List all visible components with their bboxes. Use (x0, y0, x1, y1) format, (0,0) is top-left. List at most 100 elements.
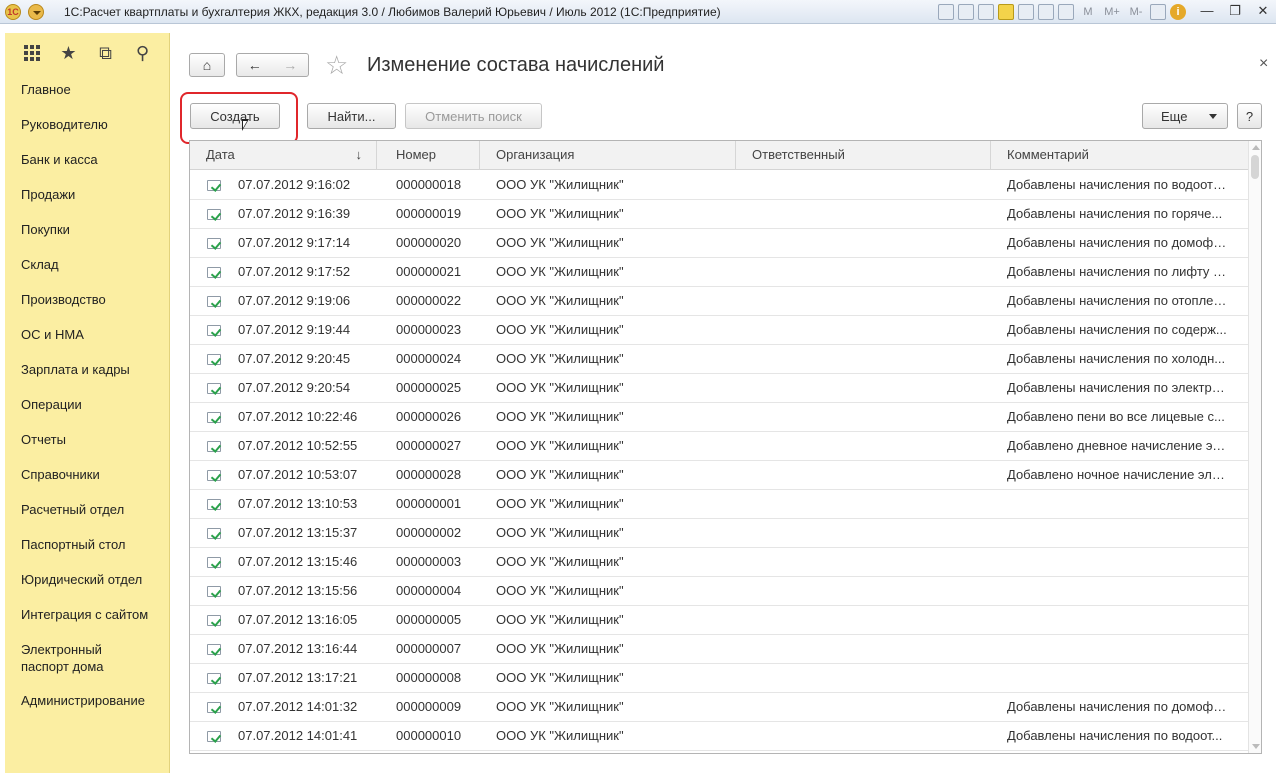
cancel-search-button[interactable]: Отменить поиск (405, 103, 542, 129)
table-row[interactable]: 07.07.2012 9:17:14 000000020 ООО УК "Жилищ… (190, 229, 1248, 258)
sidebar-item[interactable]: Расчетный отдел (5, 493, 169, 528)
close-form-icon[interactable]: × (1259, 55, 1268, 73)
table-row[interactable]: 07.07.2012 13:17:21 000000008 ООО УК "Жили… (190, 664, 1248, 693)
posted-document-icon (207, 441, 221, 452)
cell-organization: ООО УК "Жилищник" (496, 496, 624, 511)
all-functions-icon[interactable] (13, 38, 50, 68)
cell-number: 000000004 (396, 583, 462, 598)
search-icon[interactable]: ⚲ (124, 38, 161, 68)
sidebar-item[interactable]: Администрирование (5, 684, 169, 719)
cell-number: 000000018 (396, 177, 462, 192)
sidebar-item[interactable]: Руководителю (5, 108, 169, 143)
cell-number: 000000024 (396, 351, 462, 366)
preview-icon[interactable] (978, 4, 994, 20)
sidebar-item[interactable]: Операции (5, 388, 169, 423)
home-button[interactable]: ⌂ (189, 53, 225, 77)
table-row[interactable]: 07.07.2012 9:19:44 000000023 ООО УК "Жилищ… (190, 316, 1248, 345)
minimize-button[interactable]: — (1198, 3, 1216, 19)
cell-date: 07.07.2012 13:15:37 (238, 525, 358, 540)
scroll-down-icon[interactable] (1252, 744, 1260, 749)
posted-document-icon (207, 615, 221, 626)
sidebar-item[interactable]: Банк и касса (5, 143, 169, 178)
cell-date: 07.07.2012 9:17:14 (238, 235, 351, 250)
sidebar-item[interactable]: ОС и НМА (5, 318, 169, 353)
table-body: 07.07.2012 9:16:02 000000018 ООО УК "Жилищ… (190, 171, 1248, 751)
column-header-number[interactable]: Номер (380, 141, 480, 170)
cell-number: 000000019 (396, 206, 462, 221)
table-row[interactable]: 07.07.2012 10:22:46 000000026 ООО УК "Жили… (190, 403, 1248, 432)
sidebar-item[interactable]: Паспортный стол (5, 528, 169, 563)
sidebar-item[interactable]: Справочники (5, 458, 169, 493)
table-row[interactable]: 07.07.2012 13:10:53 000000001 ООО УК "Жили… (190, 490, 1248, 519)
cell-number: 000000008 (396, 670, 462, 685)
history-icon[interactable]: ⧉ (87, 38, 124, 68)
posted-document-icon (207, 325, 221, 336)
table-row[interactable]: 07.07.2012 14:01:32 000000009 ООО УК "Жили… (190, 693, 1248, 722)
help-button[interactable]: ? (1237, 103, 1262, 129)
app-logo-icon: 1С (5, 4, 21, 20)
cell-date: 07.07.2012 14:01:41 (238, 728, 358, 743)
sidebar-item[interactable]: Главное (5, 73, 169, 108)
memory-plus-button[interactable]: M+ (1102, 6, 1122, 18)
table-row[interactable]: 07.07.2012 9:20:45 000000024 ООО УК "Жилищ… (190, 345, 1248, 374)
cell-number: 000000020 (396, 235, 462, 250)
info-icon[interactable]: i (1170, 4, 1186, 20)
sidebar-item[interactable]: Производство (5, 283, 169, 318)
column-header-responsible[interactable]: Ответственный (736, 141, 991, 170)
table-row[interactable]: 07.07.2012 13:16:05 000000005 ООО УК "Жили… (190, 606, 1248, 635)
column-header-comment[interactable]: Комментарий (991, 141, 1248, 170)
cell-number: 000000002 (396, 525, 462, 540)
sort-down-icon: ↓ (355, 147, 363, 162)
favorite-star-icon[interactable]: ☆ (325, 51, 348, 79)
find-button[interactable]: Найти... (307, 103, 396, 129)
memory-m-button[interactable]: M (1078, 6, 1098, 18)
table-row[interactable]: 07.07.2012 9:19:06 000000022 ООО УК "Жилищ… (190, 287, 1248, 316)
cell-date: 07.07.2012 9:16:02 (238, 177, 351, 192)
table-row[interactable]: 07.07.2012 9:20:54 000000025 ООО УК "Жилищ… (190, 374, 1248, 403)
favorites-add-icon[interactable] (998, 4, 1014, 20)
save-icon[interactable] (938, 4, 954, 20)
sidebar-item[interactable]: Электронный паспорт дома (5, 633, 169, 684)
back-arrow-icon[interactable]: ← (248, 57, 262, 73)
posted-document-icon (207, 354, 221, 365)
sidebar-item[interactable]: Интеграция с сайтом (5, 598, 169, 633)
vertical-scrollbar[interactable] (1248, 141, 1261, 753)
table-row[interactable]: 07.07.2012 10:52:55 000000027 ООО УК "Жили… (190, 432, 1248, 461)
cell-organization: ООО УК "Жилищник" (496, 206, 624, 221)
sidebar-item[interactable]: Юридический отдел (5, 563, 169, 598)
restore-button[interactable]: ❐ (1226, 3, 1244, 19)
sidebar-item[interactable]: Зарплата и кадры (5, 353, 169, 388)
table-row[interactable]: 07.07.2012 13:15:37 000000002 ООО УК "Жили… (190, 519, 1248, 548)
table-row[interactable]: 07.07.2012 13:15:56 000000004 ООО УК "Жили… (190, 577, 1248, 606)
scrollbar-thumb[interactable] (1251, 155, 1259, 179)
more-button[interactable]: Еще (1142, 103, 1228, 129)
memory-minus-button[interactable]: M- (1126, 6, 1146, 18)
print-icon[interactable] (958, 4, 974, 20)
posted-document-icon (207, 209, 221, 220)
sidebar-item[interactable]: Покупки (5, 213, 169, 248)
close-window-button[interactable]: ✕ (1254, 3, 1272, 19)
calendar-icon[interactable] (1058, 4, 1074, 20)
cell-comment: Добавлены начисления по водоотв... (1007, 177, 1229, 192)
favorites-star-icon[interactable]: ★ (50, 38, 87, 68)
table-row[interactable]: 07.07.2012 14:01:41 000000010 ООО УК "Жили… (190, 722, 1248, 751)
cell-organization: ООО УК "Жилищник" (496, 583, 624, 598)
table-row[interactable]: 07.07.2012 9:17:52 000000021 ООО УК "Жилищ… (190, 258, 1248, 287)
cell-number: 000000003 (396, 554, 462, 569)
sidebar-item[interactable]: Склад (5, 248, 169, 283)
table-row[interactable]: 07.07.2012 13:15:46 000000003 ООО УК "Жили… (190, 548, 1248, 577)
favorites-list-icon[interactable] (1018, 4, 1034, 20)
scroll-up-icon[interactable] (1252, 145, 1260, 150)
table-row[interactable]: 07.07.2012 13:16:44 000000007 ООО УК "Жили… (190, 635, 1248, 664)
table-row[interactable]: 07.07.2012 9:16:02 000000018 ООО УК "Жилищ… (190, 171, 1248, 200)
zoom-icon[interactable] (1150, 4, 1166, 20)
column-header-organization[interactable]: Организация (480, 141, 736, 170)
sidebar-item[interactable]: Продажи (5, 178, 169, 213)
main-menu-icon[interactable] (28, 4, 44, 20)
sidebar-item[interactable]: Отчеты (5, 423, 169, 458)
table-row[interactable]: 07.07.2012 9:16:39 000000019 ООО УК "Жилищ… (190, 200, 1248, 229)
calculator-icon[interactable] (1038, 4, 1054, 20)
column-header-date[interactable]: Дата ↓ (190, 141, 377, 170)
table-row[interactable]: 07.07.2012 10:53:07 000000028 ООО УК "Жили… (190, 461, 1248, 490)
forward-arrow-icon[interactable]: → (283, 57, 297, 73)
